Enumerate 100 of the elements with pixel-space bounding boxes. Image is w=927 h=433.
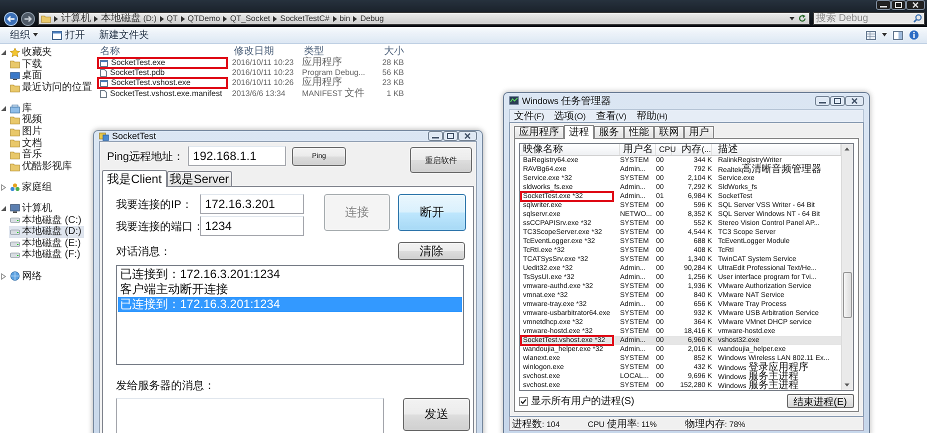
menu-item[interactable]: 查看(V) [596, 109, 626, 123]
file-name[interactable]: SocketTest.vshost.exe.manifest [110, 88, 222, 99]
column-header[interactable]: 映像名称 [520, 144, 620, 155]
menu-item[interactable]: 帮助(H) [636, 109, 668, 123]
tab[interactable]: 应用程序 [514, 126, 564, 138]
tab[interactable]: 我是Client [102, 170, 167, 187]
close-button[interactable] [906, 0, 925, 10]
folder-icon [10, 115, 20, 126]
forward-button[interactable] [21, 12, 35, 26]
file-name[interactable]: SocketTest.pdb [110, 68, 165, 78]
star-icon [10, 48, 20, 58]
refresh-icon[interactable] [798, 14, 807, 23]
breadcrumb[interactable]: QT_Socket [230, 13, 270, 24]
sidebar-item[interactable]: 视频 [9, 114, 45, 126]
tab[interactable]: 服务 [594, 126, 624, 138]
breadcrumb[interactable]: 本地磁盘 (D:) [101, 13, 157, 24]
tab[interactable]: 我是Server [166, 171, 232, 186]
breadcrumb[interactable]: QTDemo [188, 13, 220, 24]
file-name[interactable]: SocketTest.vshost.exe [111, 78, 191, 88]
search-field[interactable]: 搜索 Debug [813, 12, 925, 25]
back-button[interactable] [4, 12, 18, 26]
sidebar-item[interactable]: 本地磁盘 (D:) [9, 226, 84, 238]
search-icon [913, 14, 922, 23]
organize-menu[interactable]: 组织 [8, 28, 40, 42]
preview-pane-icon[interactable] [893, 30, 903, 40]
send-button[interactable]: 发送 [403, 398, 470, 431]
tab[interactable]: 用户 [684, 126, 714, 138]
scroll-thumb[interactable] [843, 272, 852, 318]
sidebar-item[interactable]: 本地磁盘 (F:) [9, 249, 84, 261]
breadcrumb[interactable]: SocketTestC# [280, 13, 330, 24]
tab[interactable]: 性能 [624, 126, 654, 138]
sidebar-item[interactable]: 本地磁盘 (E:) [9, 238, 84, 250]
breadcrumb[interactable]: QT [166, 13, 178, 24]
end-process-button[interactable]: 结束进程(E) [786, 394, 854, 408]
message-item[interactable]: 已连接到：172.16.3.201:1234 [118, 267, 462, 282]
column-header[interactable]: 大小 [368, 46, 404, 58]
toolbar-button[interactable]: 新建文件夹 [97, 28, 151, 42]
message-field[interactable] [116, 398, 384, 433]
sidebar-item[interactable]: 网络 [9, 270, 45, 282]
expand-arrow-icon[interactable] [0, 105, 7, 112]
column-header[interactable]: 用户名 [620, 144, 656, 155]
sidebar-item[interactable]: 家庭组 [9, 182, 55, 194]
minimize-button[interactable] [815, 96, 830, 106]
open-button[interactable]: 打开 [50, 28, 87, 42]
column-header[interactable]: 修改日期 [232, 46, 302, 58]
status-text: 物理内存: 78% [684, 418, 746, 430]
ip-field[interactable]: 172.16.3.201 [200, 194, 304, 214]
checkbox[interactable] [519, 396, 528, 406]
status-text: 进程数: 104 [512, 418, 560, 430]
maximize-button[interactable] [443, 131, 458, 141]
sidebar-item[interactable]: 优酷影视库 [9, 160, 75, 172]
maximize-button[interactable] [891, 0, 906, 10]
sidebar-item[interactable]: 下载 [9, 58, 45, 70]
sidebar-item[interactable]: 图片 [9, 126, 45, 138]
port-field[interactable]: 1234 [200, 216, 304, 236]
column-header[interactable]: 名称 [98, 46, 232, 58]
close-button[interactable] [458, 131, 477, 141]
address-bar[interactable]: 计算机 本地磁盘 (D:) QT QTDemo QT_Socket SocketTestC# bin Debug [38, 12, 810, 25]
menu-item[interactable]: 选项(O) [554, 109, 586, 123]
maximize-button[interactable] [830, 96, 845, 106]
close-button[interactable] [845, 96, 864, 106]
clear-button[interactable]: 清除 [398, 242, 465, 260]
chevron-icon [160, 16, 164, 22]
view-icon[interactable] [866, 30, 876, 40]
sidebar-item[interactable]: 最近访问的位置 [9, 82, 95, 94]
folder-icon [10, 126, 20, 137]
breadcrumb[interactable]: 计算机 [61, 13, 91, 24]
expand-arrow-icon[interactable] [0, 272, 7, 280]
file-icon [100, 90, 107, 98]
folder-icon [10, 162, 20, 172]
message-item[interactable]: 客户端主动断开连接 [118, 282, 462, 297]
sidebar-item[interactable]: 文档 [9, 138, 45, 150]
minimize-button[interactable] [428, 131, 443, 141]
minimize-button[interactable] [876, 0, 891, 10]
disconnect-button[interactable]: 断开 [398, 194, 466, 231]
file-name[interactable]: SocketTest.exe [111, 58, 166, 68]
folder-icon [10, 82, 20, 93]
breadcrumb[interactable]: bin [340, 13, 350, 24]
sidebar-item[interactable]: 库 [9, 102, 35, 114]
dropdown-icon[interactable] [788, 14, 796, 23]
sidebar-item[interactable]: 本地磁盘 (C:) [9, 214, 84, 226]
expand-arrow-icon[interactable] [0, 205, 7, 212]
ping-address-field[interactable]: 192.168.1.1 [188, 146, 286, 166]
restart-button[interactable]: 重启软件 [410, 147, 472, 173]
breadcrumb[interactable]: Debug [360, 13, 384, 24]
sidebar-item[interactable]: 收藏夹 [9, 47, 55, 59]
chevron-icon [94, 16, 98, 22]
tab[interactable]: 进程 [564, 125, 594, 139]
caret-icon[interactable] [882, 33, 887, 37]
expand-arrow-icon[interactable] [0, 49, 7, 56]
send-label: 发给服务器的消息： [116, 379, 216, 393]
scrollbar[interactable] [841, 144, 853, 390]
sidebar-item[interactable]: 计算机 [9, 203, 55, 215]
expand-arrow-icon[interactable] [0, 184, 7, 192]
column-header[interactable]: 类型 [302, 46, 368, 58]
menu-item[interactable]: 文件(F) [514, 109, 544, 123]
chevron-icon [273, 16, 278, 22]
sidebar-item[interactable]: 桌面 [9, 70, 45, 82]
tab[interactable]: 联网 [654, 126, 684, 138]
sidebar-item[interactable]: 音乐 [9, 149, 45, 161]
